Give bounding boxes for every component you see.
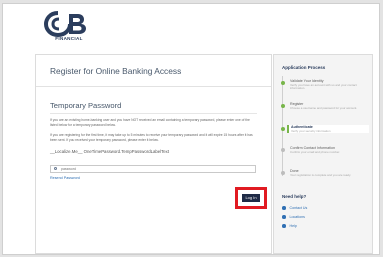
step-description: Verify your security information [291,128,331,133]
title-divider [36,86,271,87]
step-status-icon [280,104,285,108]
step-status-icon [280,171,285,175]
step-done: Done Your registration is complete and y… [290,169,368,177]
resend-password-link[interactable]: Resend Password [50,176,80,180]
map-pin-icon [282,215,286,219]
login-button-highlight: Log In [235,187,267,209]
help-item-label: Contact Us [289,206,308,210]
step-validate-identity: Validate Your Identity Verify you have a… [290,79,368,91]
login-button[interactable]: Log In [242,194,260,202]
step-description: Your registration is complete and you ar… [290,172,352,177]
sidebar-title: Application Process [282,65,326,70]
step-status-icon [280,127,285,131]
help-link[interactable]: Help [282,224,297,228]
registration-card: Register for Online Banking Access Tempo… [35,54,272,254]
brand-wordmark: FINANCIAL [55,36,83,41]
help-icon [282,224,286,228]
locations-link[interactable]: Locations [282,215,305,219]
help-item-label: Help [289,224,297,228]
page-title: Register for Online Banking Access [50,66,182,76]
envelope-icon [282,206,286,210]
step-status-icon [280,148,285,152]
browser-page: FINANCIAL Register for Online Banking Ac… [2,3,380,255]
step-description: Verify you have an account with us and y… [290,82,357,91]
brand-logo: FINANCIAL [43,9,95,45]
application-process-sidebar: Application Process Validate Your Identi… [273,54,373,254]
step-authenticate: Authenticate Verify your security inform… [287,125,369,134]
password-field[interactable] [50,165,256,173]
step-status-icon [280,81,285,85]
temporary-password-input[interactable] [61,166,251,172]
section-divider [50,113,257,114]
key-icon [54,167,57,170]
contact-us-link[interactable]: Contact Us [282,206,307,210]
section-title: Temporary Password [50,101,122,110]
logo-mark-icon [43,11,86,38]
step-description: Choose a username and password for your … [290,105,358,110]
step-description: Confirm your email and phone number. [290,149,340,154]
help-item-label: Locations [289,215,305,219]
instructions-existing-user: If you are an existing home-banking user… [50,118,250,127]
help-heading: Need help? [282,194,307,199]
step-register: Register Choose a username and password … [290,102,368,110]
instructions-new-user: If you are registering for the first tim… [50,133,253,142]
step-confirm-contact: Confirm Contact Information Confirm your… [290,146,368,154]
progress-line [282,76,283,176]
password-label: __Localize.Me__ OneTimePassword.TempPass… [50,149,170,154]
